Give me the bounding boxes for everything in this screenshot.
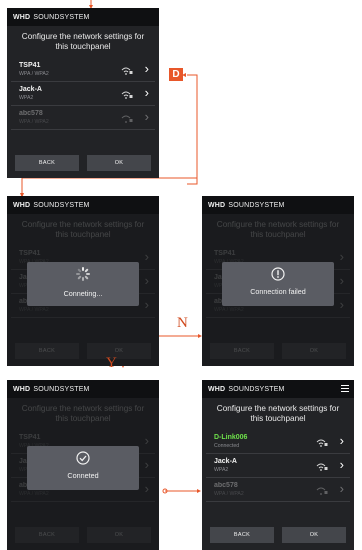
app-header: WHD SOUNDSYSTEM <box>7 8 159 26</box>
panel-connected-list: WHD SOUNDSYSTEM Configure the network set… <box>202 380 354 550</box>
ok-button[interactable]: OK <box>87 155 151 171</box>
dialog-message: Conneting... <box>63 289 103 298</box>
network-item-abc578[interactable]: abc578 WPA / WPA2 › <box>206 478 350 502</box>
network-item-tsp41[interactable]: TSP41 WPA / WPA2 › <box>11 58 155 82</box>
app-header: WHD SOUNDSYSTEM <box>202 196 354 214</box>
wifi-lock-icon <box>121 90 133 101</box>
wifi-lock-icon <box>121 114 133 125</box>
wifi-lock-icon <box>316 438 328 449</box>
flow-label-no: N <box>177 315 188 331</box>
brand-bold: WHD <box>13 13 31 21</box>
check-circle-icon <box>27 451 139 468</box>
dialog-message: Connection failed <box>250 287 306 296</box>
app-header: WHD SOUNDSYSTEM <box>202 380 354 398</box>
app-header: WHD SOUNDSYSTEM <box>7 196 159 214</box>
chevron-right-icon: › <box>339 457 344 472</box>
back-button[interactable]: BACK <box>210 527 274 543</box>
network-item-jack-a[interactable]: Jack-A WPA2 › <box>11 82 155 106</box>
network-item-jack-a[interactable]: Jack-A WPA2 › <box>206 454 350 478</box>
flow-label-yes: Y <box>106 355 117 371</box>
panel-connected-dialog: WHDSOUNDSYSTEM Configure the network set… <box>7 380 159 550</box>
network-item-connected[interactable]: D-Link006 Connected › <box>206 430 350 454</box>
panel-connecting: WHDSOUNDSYSTEM Configure the network set… <box>7 196 159 366</box>
panel-network-list: WHD SOUNDSYSTEM Configure the network se… <box>7 8 159 178</box>
ok-button[interactable]: OK <box>282 527 346 543</box>
chevron-right-icon: › <box>144 85 149 100</box>
chevron-right-icon: › <box>144 109 149 124</box>
step-badge-d: D <box>169 68 183 81</box>
dialog-message: Conneted <box>67 471 99 480</box>
back-button[interactable]: BACK <box>15 155 79 171</box>
network-item-abc578[interactable]: abc578 WPA / WPA2 › <box>11 106 155 130</box>
chevron-right-icon: › <box>339 433 344 448</box>
wifi-lock-icon <box>316 486 328 497</box>
wifi-lock-icon <box>121 66 133 77</box>
connected-dialog: Conneted <box>27 446 139 490</box>
wifi-lock-icon <box>316 462 328 473</box>
page-title: Configure the network settings forthis t… <box>216 404 340 423</box>
spinner-icon <box>76 267 90 281</box>
connecting-dialog: Conneting... <box>27 262 139 306</box>
panel-connection-failed: WHDSOUNDSYSTEM Configure the network set… <box>202 196 354 366</box>
page-title: Configure the network settings forthis t… <box>21 32 145 51</box>
failed-dialog: Connection failed <box>222 262 334 306</box>
alert-icon <box>222 267 334 284</box>
chevron-right-icon: › <box>144 61 149 76</box>
menu-icon[interactable] <box>341 385 349 392</box>
chevron-right-icon: › <box>339 481 344 496</box>
app-header: WHD SOUNDSYSTEM <box>7 380 159 398</box>
brand-name: SOUNDSYSTEM <box>33 13 90 21</box>
